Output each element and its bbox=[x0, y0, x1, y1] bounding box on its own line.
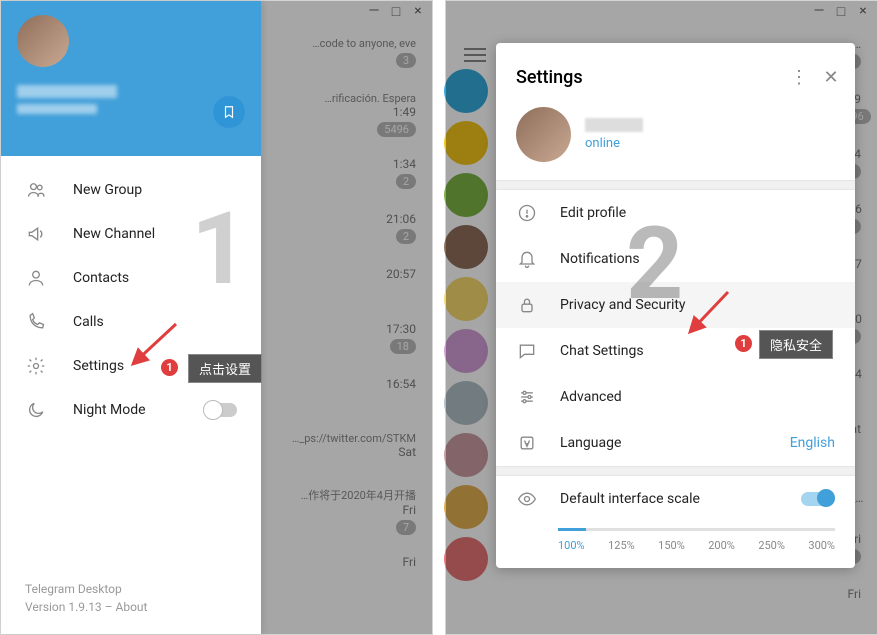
scale-option[interactable]: 250% bbox=[758, 539, 785, 552]
tip-badge: 1 bbox=[161, 359, 178, 376]
scale-option[interactable]: 125% bbox=[608, 539, 635, 552]
edit-icon bbox=[516, 203, 538, 223]
status-text: online bbox=[585, 136, 643, 151]
chat-item[interactable]: Fri bbox=[832, 581, 867, 634]
setting-lang[interactable]: LanguageEnglish bbox=[496, 420, 855, 466]
chat-avatar[interactable] bbox=[444, 329, 488, 373]
menu-item-contacts[interactable]: Contacts bbox=[1, 256, 261, 300]
group-icon bbox=[25, 180, 47, 200]
pane-left: — □ × code to anyone, eve…3rificación. E… bbox=[0, 0, 433, 635]
chat-item[interactable]: 20:57 bbox=[252, 261, 422, 316]
chat-item[interactable]: code to anyone, eve…3 bbox=[252, 31, 422, 86]
setting-lock[interactable]: Privacy and Security bbox=[496, 282, 855, 328]
channel-icon bbox=[25, 224, 47, 244]
titlebar-right: — □ × bbox=[446, 1, 877, 20]
drawer-header bbox=[1, 1, 261, 156]
chat-avatar[interactable] bbox=[444, 121, 488, 165]
more-icon[interactable]: ⋮ bbox=[783, 61, 815, 93]
chat-icon bbox=[516, 341, 538, 361]
panel-title: Settings bbox=[516, 67, 783, 88]
drawer: New GroupNew ChannelContactsCallsSetting… bbox=[1, 1, 261, 634]
lock-icon bbox=[516, 295, 538, 315]
setting-edit[interactable]: Edit profile bbox=[496, 190, 855, 236]
close-button[interactable]: × bbox=[412, 3, 424, 20]
setting-bell[interactable]: Notifications bbox=[496, 236, 855, 282]
close-button[interactable]: × bbox=[857, 3, 869, 20]
menu-item-channel[interactable]: New Channel bbox=[1, 212, 261, 256]
chat-avatar[interactable] bbox=[444, 69, 488, 113]
calls-icon bbox=[25, 312, 47, 332]
menu-item-calls[interactable]: Calls bbox=[1, 300, 261, 344]
bookmark-icon[interactable] bbox=[213, 96, 245, 128]
profile-row[interactable]: online bbox=[496, 103, 855, 180]
pane-right: — □ × …31:4954961:34221:06220:5717:30181… bbox=[445, 0, 878, 635]
tip-box-right: 隐私安全 bbox=[759, 330, 833, 359]
chat-avatar[interactable] bbox=[444, 381, 488, 425]
chat-avatar[interactable] bbox=[444, 433, 488, 477]
scale-option[interactable]: 100% bbox=[558, 539, 585, 552]
chat-item[interactable]: Fri bbox=[252, 549, 422, 604]
bell-icon bbox=[516, 249, 538, 269]
adv-icon bbox=[516, 387, 538, 407]
chat-item[interactable]: ps://twitter.com/STKM_…Sat bbox=[252, 426, 422, 481]
scale-option[interactable]: 150% bbox=[658, 539, 685, 552]
lang-icon bbox=[516, 433, 538, 453]
eye-icon bbox=[516, 489, 538, 509]
night-toggle[interactable] bbox=[203, 403, 237, 417]
settings-panel: Settings ⋮ ✕ online Edit profileNotifica… bbox=[496, 43, 855, 568]
scale-option[interactable]: 300% bbox=[808, 539, 835, 552]
contacts-icon bbox=[25, 268, 47, 288]
chat-item[interactable]: 21:062 bbox=[252, 206, 422, 261]
tip-box-left: 点击设置 bbox=[188, 354, 262, 383]
night-icon bbox=[25, 400, 47, 420]
avatar[interactable] bbox=[17, 15, 69, 67]
chat-avatar[interactable] bbox=[444, 225, 488, 269]
max-button[interactable]: □ bbox=[835, 3, 847, 20]
menu-item-group[interactable]: New Group bbox=[1, 168, 261, 212]
hamburger-icon[interactable] bbox=[464, 44, 486, 66]
scale-slider[interactable]: 100% 125% 150% 200% 250% 300% bbox=[496, 522, 855, 568]
chat-item[interactable]: rificación. Espera…1:495496 bbox=[252, 86, 422, 151]
default-scale-row[interactable]: Default interface scale bbox=[496, 476, 855, 522]
min-button[interactable]: — bbox=[368, 3, 380, 20]
close-icon[interactable]: ✕ bbox=[815, 61, 847, 93]
drawer-footer: Telegram Desktop Version 1.9.13 – About bbox=[25, 580, 147, 616]
chat-item[interactable]: 16:54 bbox=[252, 371, 422, 426]
menu-item-night[interactable]: Night Mode bbox=[1, 388, 261, 432]
chat-avatar[interactable] bbox=[444, 485, 488, 529]
chat-avatar[interactable] bbox=[444, 173, 488, 217]
chat-avatar[interactable] bbox=[444, 277, 488, 321]
setting-adv[interactable]: Advanced bbox=[496, 374, 855, 420]
max-button[interactable]: □ bbox=[390, 3, 402, 20]
chat-list: code to anyone, eve…3rificación. Espera…… bbox=[252, 21, 432, 634]
chat-item[interactable]: 17:3018 bbox=[252, 316, 422, 371]
scale-toggle[interactable] bbox=[801, 492, 835, 506]
chat-avatar[interactable] bbox=[444, 537, 488, 581]
chat-item[interactable]: 作将于2020年4月开播…Fri7 bbox=[252, 481, 422, 549]
chat-item[interactable]: 1:342 bbox=[252, 151, 422, 206]
settings-icon bbox=[25, 356, 47, 376]
scale-option[interactable]: 200% bbox=[708, 539, 735, 552]
avatar bbox=[516, 107, 571, 162]
tip-badge: 1 bbox=[735, 335, 752, 352]
min-button[interactable]: — bbox=[813, 3, 825, 20]
